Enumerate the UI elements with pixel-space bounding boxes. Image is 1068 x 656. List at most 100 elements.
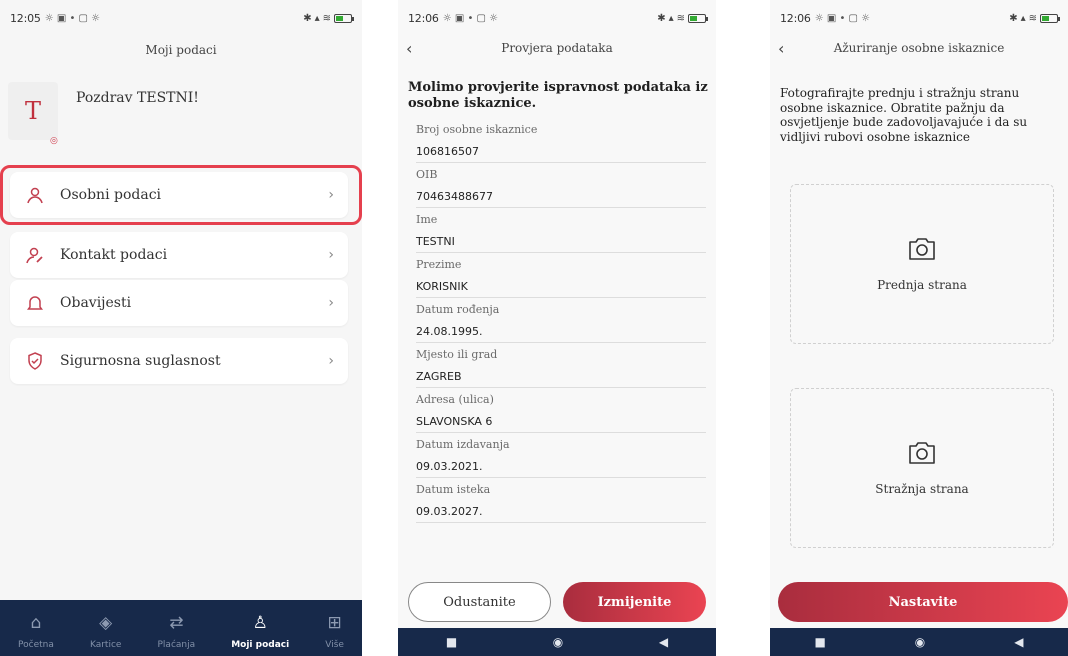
field-value: 09.03.2027. <box>416 501 706 523</box>
bell-icon <box>24 294 46 312</box>
chevron-right-icon: › <box>328 353 334 369</box>
camera-icon <box>907 236 937 266</box>
field-label: OIB <box>416 168 438 181</box>
field-value: ZAGREB <box>416 366 706 388</box>
battery-icon <box>1040 13 1060 23</box>
bottom-nav: ⌂ Početna ◈ Kartice ⇄ Plaćanja ♙ Moji po… <box>0 600 362 656</box>
field-value: 24.08.1995. <box>416 321 706 343</box>
nav-vise[interactable]: ⊞ Više <box>325 613 344 651</box>
bluetooth-icon: ✱ <box>657 12 666 24</box>
android-nav-bar: ■ ◉ ◀ <box>770 628 1068 656</box>
field-label: Ime <box>416 213 438 226</box>
battery-icon <box>688 13 708 23</box>
chevron-right-icon: › <box>328 247 334 263</box>
back-icon[interactable]: ◀ <box>1014 635 1023 649</box>
shield-icon <box>24 352 46 370</box>
field-label: Prezime <box>416 258 462 271</box>
person-icon <box>24 186 46 204</box>
verify-heading: Molimo provjerite ispravnost podataka iz… <box>408 80 708 111</box>
nav-label: Početna <box>18 640 54 650</box>
nav-placanja[interactable]: ⇄ Plaćanja <box>157 613 196 651</box>
menu-item-label: Osobni podaci <box>60 187 162 203</box>
android-nav-bar: ■ ◉ ◀ <box>398 628 716 656</box>
wifi-icon: ≋ <box>322 12 331 24</box>
nav-label: Kartice <box>89 640 122 650</box>
field-label: Datum isteka <box>416 483 491 496</box>
signal-icon: ▴ <box>668 12 674 24</box>
card-icon: ◈ <box>99 613 113 633</box>
user-icon: ♙ <box>252 613 268 633</box>
status-right-icons: ✱ ▴ ≋ <box>303 12 354 24</box>
status-bar: 12:06 ☼ ▣ • ▢ ☼ ✱ ▴ ≋ <box>398 0 716 36</box>
header: Moji podaci <box>0 38 362 62</box>
front-photo-area[interactable]: Prednja strana <box>790 184 1054 344</box>
menu-item-label: Kontakt podaci <box>60 247 168 263</box>
page-title: Moji podaci <box>145 43 217 57</box>
status-indicators: ☼ ▣ • ▢ ☼ <box>814 12 871 24</box>
field-label: Datum izdavanja <box>416 438 510 451</box>
front-label: Prednja strana <box>877 278 967 292</box>
recents-icon[interactable]: ■ <box>446 635 457 649</box>
transfer-icon: ⇄ <box>169 613 184 633</box>
status-right-icons: ✱ ▴ ≋ <box>1009 12 1060 24</box>
status-right-icons: ✱ ▴ ≋ <box>657 12 708 24</box>
page-title: Ažuriranje osobne iskaznice <box>833 41 1005 55</box>
back-photo-area[interactable]: Stražnja strana <box>790 388 1054 548</box>
menu-item-label: Sigurnosna suglasnost <box>60 353 221 369</box>
header: ‹ Provjera podataka <box>398 36 716 60</box>
avatar-card: T ◎ <box>8 82 68 154</box>
status-bar: 12:05 ☼ ▣ • ▢ ☼ ✱ ▴ ≋ <box>0 0 362 36</box>
bluetooth-icon: ✱ <box>1009 12 1018 24</box>
edit-button[interactable]: Izmijenite <box>563 582 706 622</box>
avatar-letter: T <box>24 97 41 125</box>
nav-pocetna[interactable]: ⌂ Početna <box>18 613 54 651</box>
status-time: 12:06 <box>408 11 439 25</box>
field-label: Datum rođenja <box>416 303 500 316</box>
nav-moji-podaci[interactable]: ♙ Moji podaci <box>231 613 290 651</box>
camera-badge-icon[interactable]: ◎ <box>50 136 64 148</box>
continue-button[interactable]: Nastavite <box>778 582 1068 622</box>
menu-item-label: Obavijesti <box>60 295 132 311</box>
nav-kartice[interactable]: ◈ Kartice <box>89 613 122 651</box>
recents-icon[interactable]: ■ <box>814 635 825 649</box>
back-icon[interactable]: ◀ <box>659 635 668 649</box>
field-value: 106816507 <box>416 141 706 163</box>
header: ‹ Ažuriranje osobne iskaznice <box>770 36 1068 60</box>
status-time: 12:06 <box>780 11 811 25</box>
page-title: Provjera podataka <box>501 41 613 55</box>
grid-icon: ⊞ <box>327 613 342 633</box>
id-fields: Broj osobne iskaznice 106816507 OIB 7046… <box>416 118 706 523</box>
greeting: Pozdrav TESTNI! <box>76 90 199 106</box>
home-icon[interactable]: ◉ <box>915 635 925 649</box>
status-time: 12:05 <box>10 11 41 25</box>
nav-label: Plaćanja <box>157 640 196 650</box>
field-label: Mjesto ili grad <box>416 348 498 361</box>
nav-label: Moji podaci <box>231 640 290 650</box>
status-bar: 12:06 ☼ ▣ • ▢ ☼ ✱ ▴ ≋ <box>770 0 1068 36</box>
status-indicators: ☼ ▣ • ▢ ☼ <box>44 12 101 24</box>
field-value: TESTNI <box>416 231 706 253</box>
signal-icon: ▴ <box>1020 12 1026 24</box>
status-indicators: ☼ ▣ • ▢ ☼ <box>442 12 499 24</box>
camera-icon <box>907 440 937 470</box>
menu-item-kontakt-podaci[interactable]: Kontakt podaci › <box>10 232 348 278</box>
screen-azuriranje-iskaznice: 12:06 ☼ ▣ • ▢ ☼ ✱ ▴ ≋ ‹ Ažuriranje osobn… <box>770 0 1068 656</box>
battery-icon <box>334 13 354 23</box>
screen-provjera-podataka: 12:06 ☼ ▣ • ▢ ☼ ✱ ▴ ≋ ‹ Provjera podatak… <box>398 0 716 656</box>
home-icon: ⌂ <box>30 613 42 633</box>
back-arrow-icon[interactable]: ‹ <box>778 39 784 58</box>
avatar[interactable]: T <box>8 82 58 140</box>
person-edit-icon <box>24 246 46 264</box>
menu-item-obavijesti[interactable]: Obavijesti › <box>10 280 348 326</box>
back-label: Stražnja strana <box>875 482 969 496</box>
home-icon[interactable]: ◉ <box>553 635 563 649</box>
chevron-right-icon: › <box>328 295 334 311</box>
wifi-icon: ≋ <box>676 12 685 24</box>
menu-item-sigurnosna-suglasnost[interactable]: Sigurnosna suglasnost › <box>10 338 348 384</box>
wifi-icon: ≋ <box>1028 12 1037 24</box>
back-arrow-icon[interactable]: ‹ <box>406 39 412 58</box>
cancel-button[interactable]: Odustanite <box>408 582 551 622</box>
nav-label: Više <box>325 640 344 650</box>
field-value: 09.03.2021. <box>416 456 706 478</box>
menu-item-osobni-podaci[interactable]: Osobni podaci › <box>10 172 348 218</box>
